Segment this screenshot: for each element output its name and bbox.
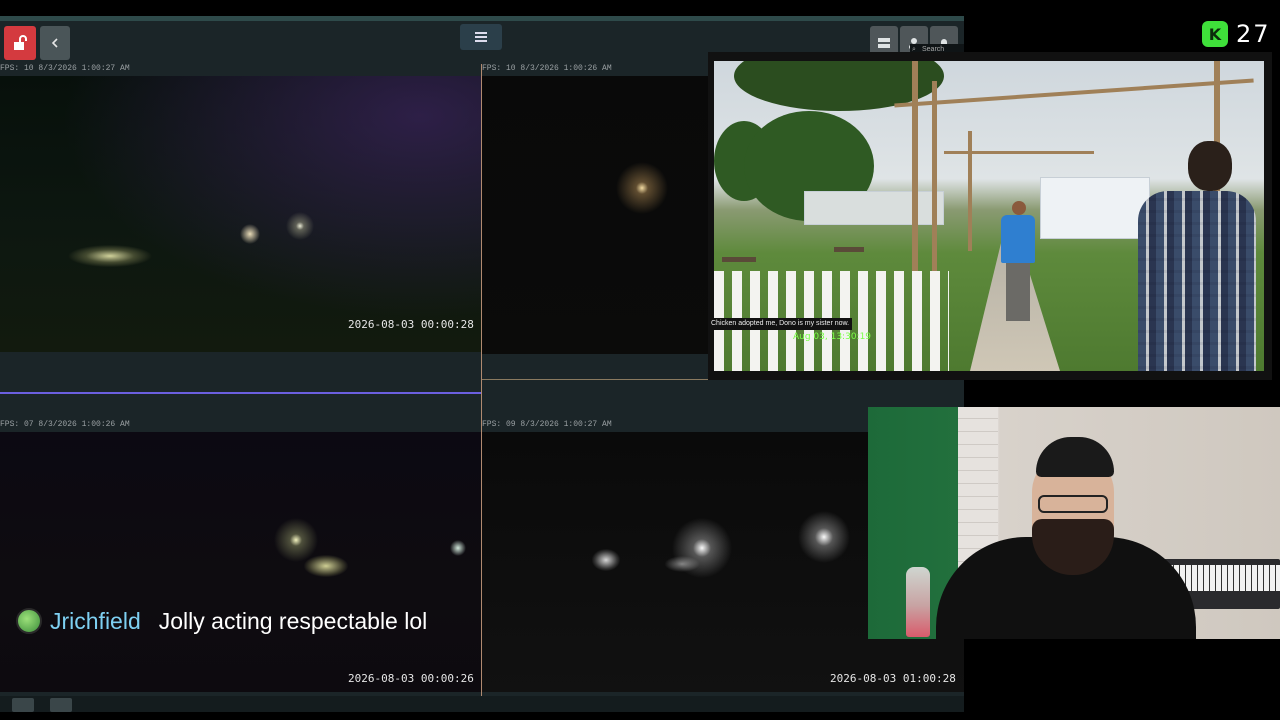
irl-stream-panel bbox=[708, 52, 1272, 380]
camera-tile-2[interactable]: FPS: 10 8/3/2026 1:00:26 AM bbox=[482, 64, 708, 394]
chevron-left-icon bbox=[51, 38, 58, 48]
camera-feed bbox=[482, 76, 708, 354]
viewer-count: 27 bbox=[1236, 20, 1271, 48]
camera-timestamp: 2026-08-03 00:00:26 bbox=[348, 672, 474, 685]
bottom-bar-button[interactable] bbox=[50, 698, 72, 712]
unlock-icon bbox=[14, 35, 27, 50]
hamburger-menu-icon bbox=[475, 32, 487, 42]
menu-button[interactable] bbox=[460, 24, 502, 50]
camera-feed bbox=[0, 76, 481, 352]
chat-avatar-icon bbox=[16, 608, 42, 634]
stream-caption: Chicken adopted me, Dono is my sister no… bbox=[708, 318, 853, 330]
camera-fps-label: FPS: 07 8/3/2026 1:00:26 AM bbox=[0, 420, 130, 429]
bottom-bar-button[interactable] bbox=[12, 698, 34, 712]
bottom-bar bbox=[0, 696, 964, 712]
grid-divider bbox=[482, 379, 708, 380]
chat-message-text: Jolly acting respectable lol bbox=[158, 607, 428, 634]
grid-divider bbox=[481, 64, 482, 712]
back-button[interactable] bbox=[40, 26, 70, 60]
server-icon bbox=[878, 38, 890, 48]
streamer-webcam bbox=[868, 407, 1280, 639]
top-strip bbox=[0, 16, 964, 21]
lock-button[interactable] bbox=[4, 26, 36, 60]
bottle bbox=[906, 567, 930, 637]
camera-fps-label: FPS: 09 8/3/2026 1:00:27 AM bbox=[482, 420, 612, 429]
kick-logo-icon: K bbox=[1202, 21, 1228, 47]
camera-fps-label: FPS: 10 8/3/2026 1:00:26 AM bbox=[482, 64, 612, 73]
camera-fps-label: FPS: 10 8/3/2026 1:00:27 AM bbox=[0, 64, 130, 73]
viewer-counter: K 27 bbox=[1202, 20, 1271, 48]
camera-tile-1[interactable]: FPS: 10 8/3/2026 1:00:27 AM 2026-08-03 0… bbox=[0, 64, 481, 394]
stream-datetime: Aug 03, 13:30:19 bbox=[793, 332, 872, 342]
camera-timestamp: 2026-08-03 00:00:28 bbox=[348, 318, 474, 331]
camera-tile-3[interactable]: FPS: 07 8/3/2026 1:00:26 AM 2026-08-03 0… bbox=[0, 420, 481, 712]
camera-feed bbox=[0, 432, 481, 692]
chat-username: Jrichfield bbox=[50, 607, 141, 634]
camera-timestamp: 2026-08-03 01:00:28 bbox=[830, 672, 956, 685]
chat-message: Jrichfield Jolly acting respectable lol bbox=[16, 606, 427, 636]
